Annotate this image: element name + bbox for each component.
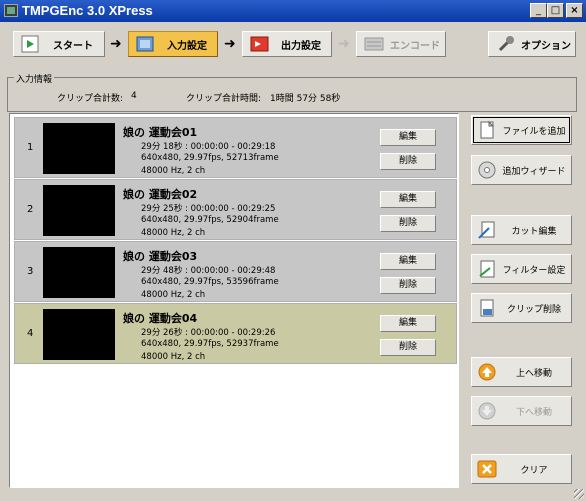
clip-thumbnail xyxy=(43,185,115,236)
arrow-icon: ➜ xyxy=(224,36,236,52)
clip-thumbnail xyxy=(43,309,115,360)
edit-button[interactable]: 編集 xyxy=(380,129,436,146)
clip-audio-info: 48000 Hz, 2 ch xyxy=(141,166,206,176)
clip-duration: 29分 26秒 : 00:00:00 - 00:29:26 xyxy=(141,328,276,338)
window-title: TMPGEnc 3.0 XPress xyxy=(22,3,153,18)
input-settings-button[interactable]: 入力設定 xyxy=(128,31,218,57)
resize-grip[interactable] xyxy=(574,489,584,499)
clip-count-label: クリップ合計数: xyxy=(57,94,124,104)
clip-audio-info: 48000 Hz, 2 ch xyxy=(141,352,206,362)
encode-button[interactable]: エンコード xyxy=(356,31,446,57)
clip-name: 娘の 運動会01 xyxy=(123,126,198,139)
minimize-button[interactable]: _ xyxy=(530,3,547,18)
clip-thumbnail xyxy=(43,123,115,174)
clip-count-value: 4 xyxy=(131,91,137,101)
arrow-down-icon xyxy=(477,401,497,421)
disc-icon xyxy=(477,160,497,180)
clip-list[interactable]: 1 娘の 運動会01 29分 18秒 : 00:00:00 - 00:29:18… xyxy=(9,113,459,488)
encode-icon xyxy=(363,35,385,53)
add-file-button[interactable]: ファイルを追加 xyxy=(471,115,572,145)
clip-name: 娘の 運動会03 xyxy=(123,250,198,263)
delete-button[interactable]: 削除 xyxy=(380,153,436,170)
clip-name: 娘の 運動会02 xyxy=(123,188,198,201)
clip-thumbnail xyxy=(43,247,115,298)
options-label: オプション xyxy=(521,40,571,52)
clip-video-info: 640x480, 29.97fps, 52904frame xyxy=(141,215,279,225)
clip-number: 3 xyxy=(27,266,34,277)
filter-label: フィルター設定 xyxy=(502,265,566,276)
filter-settings-button[interactable]: フィルター設定 xyxy=(471,254,572,284)
clip-number: 4 xyxy=(27,328,34,339)
arrow-up-icon xyxy=(477,362,497,382)
edit-button[interactable]: 編集 xyxy=(380,191,436,208)
move-up-label: 上へ移動 xyxy=(515,368,552,379)
input-label: 入力設定 xyxy=(167,40,207,52)
clip-number: 2 xyxy=(27,204,34,215)
edit-button[interactable]: 編集 xyxy=(380,253,436,270)
start-icon xyxy=(20,35,42,53)
total-time-value: 1時間 57分 58秒 xyxy=(270,94,341,104)
start-button[interactable]: スタート xyxy=(13,31,105,57)
clip-item[interactable]: 3 娘の 運動会03 29分 48秒 : 00:00:00 - 00:29:48… xyxy=(14,241,457,302)
clip-item[interactable]: 1 娘の 運動会01 29分 18秒 : 00:00:00 - 00:29:18… xyxy=(14,117,457,178)
add-wizard-label: 追加ウィザード xyxy=(502,166,566,177)
maximize-button[interactable]: □ xyxy=(547,3,564,18)
clear-button[interactable]: クリア xyxy=(471,454,572,484)
clip-duration: 29分 48秒 : 00:00:00 - 00:29:48 xyxy=(141,266,276,276)
options-button[interactable]: オプション xyxy=(488,31,576,57)
delete-button[interactable]: 削除 xyxy=(380,215,436,232)
clip-video-info: 640x480, 29.97fps, 53596frame xyxy=(141,277,279,287)
clip-audio-info: 48000 Hz, 2 ch xyxy=(141,228,206,238)
clip-video-info: 640x480, 29.97fps, 52937frame xyxy=(141,339,279,349)
output-settings-button[interactable]: 出力設定 xyxy=(242,31,332,57)
filter-icon xyxy=(477,259,497,279)
arrow-icon: ➜ xyxy=(110,36,122,52)
output-label: 出力設定 xyxy=(281,40,321,52)
total-time-label: クリップ合計時間: xyxy=(186,94,262,104)
wrench-icon xyxy=(495,35,517,53)
delete-button[interactable]: 削除 xyxy=(380,339,436,356)
clip-item-selected[interactable]: 4 娘の 運動会04 29分 26秒 : 00:00:00 - 00:29:26… xyxy=(14,303,457,364)
clip-duration: 29分 25秒 : 00:00:00 - 00:29:25 xyxy=(141,204,276,214)
cut-edit-label: カット編集 xyxy=(511,226,557,237)
cut-edit-button[interactable]: カット編集 xyxy=(471,215,572,245)
encode-label: エンコード xyxy=(390,40,440,52)
arrow-icon: ➜ xyxy=(338,36,350,52)
clip-delete-button[interactable]: クリップ削除 xyxy=(471,293,572,323)
app-icon[interactable] xyxy=(4,4,18,17)
clip-audio-info: 48000 Hz, 2 ch xyxy=(141,290,206,300)
clip-name: 娘の 運動会04 xyxy=(123,312,198,325)
output-icon xyxy=(249,35,271,53)
add-wizard-button[interactable]: 追加ウィザード xyxy=(471,155,572,185)
cut-edit-icon xyxy=(477,220,497,240)
edit-button[interactable]: 編集 xyxy=(380,315,436,332)
clear-label: クリア xyxy=(520,465,548,476)
close-button[interactable]: × xyxy=(566,3,583,18)
add-file-icon xyxy=(477,120,497,140)
add-file-label: ファイルを追加 xyxy=(502,126,566,137)
clip-video-info: 640x480, 29.97fps, 52713frame xyxy=(141,153,279,163)
clip-item[interactable]: 2 娘の 運動会02 29分 25秒 : 00:00:00 - 00:29:25… xyxy=(14,179,457,240)
delete-button[interactable]: 削除 xyxy=(380,277,436,294)
clip-delete-icon xyxy=(477,298,497,318)
move-down-label: 下へ移動 xyxy=(515,407,552,418)
input-icon xyxy=(135,35,157,53)
clear-icon xyxy=(477,459,497,479)
move-down-button[interactable]: 下へ移動 xyxy=(471,396,572,426)
input-info-title: 入力情報 xyxy=(14,72,55,85)
clip-duration: 29分 18秒 : 00:00:00 - 00:29:18 xyxy=(141,142,276,152)
move-up-button[interactable]: 上へ移動 xyxy=(471,357,572,387)
clip-delete-label: クリップ削除 xyxy=(506,304,561,315)
clip-number: 1 xyxy=(27,142,34,153)
start-label: スタート xyxy=(53,40,93,52)
